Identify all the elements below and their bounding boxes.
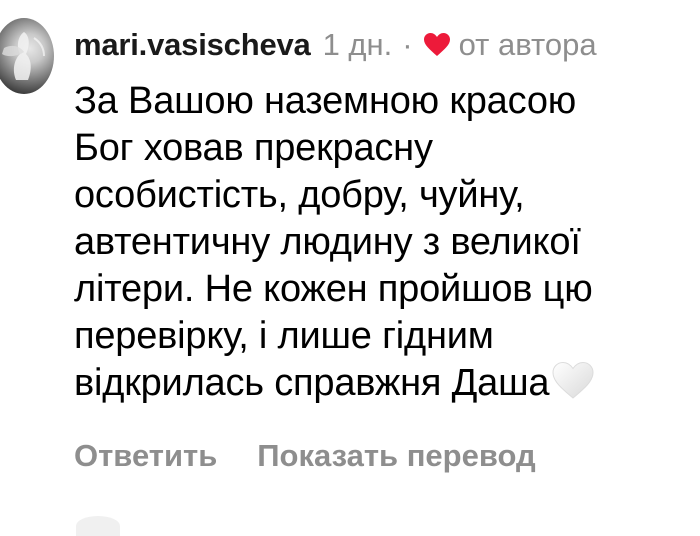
comment-text-line-content: відкрилась справжня Даша <box>74 362 550 404</box>
user-avatar-photo-icon <box>2 32 45 80</box>
comment-actions: Ответить Показать перевод <box>74 438 536 474</box>
comment-text-line-last: відкрилась справжня Даша <box>74 360 694 407</box>
avatar[interactable] <box>0 18 54 94</box>
comment-text-line: літери. Не кожен пройшов цю <box>74 268 593 310</box>
comment-text-line: особистість, добру, чуйну, <box>74 174 525 216</box>
next-comment-avatar-partial-icon <box>76 516 120 536</box>
comment: mari.vasischeva 1 дн. · от автора За Ваш… <box>0 0 700 536</box>
comment-header: mari.vasischeva 1 дн. · от автора <box>74 22 597 68</box>
comment-text: За Вашою наземною красою Бог ховав прекр… <box>74 78 694 407</box>
reply-button[interactable]: Ответить <box>74 438 217 474</box>
comment-text-line: За Вашою наземною красою <box>74 80 577 122</box>
red-heart-icon <box>423 33 450 56</box>
username-link[interactable]: mari.vasischeva <box>74 22 311 68</box>
show-translation-button[interactable]: Показать перевод <box>257 438 535 474</box>
timestamp: 1 дн. <box>322 27 393 62</box>
liked-by-author-label: от автора <box>458 27 597 62</box>
white-heart-icon <box>552 361 594 399</box>
comment-text-line: Бог ховав прекрасну <box>74 127 433 169</box>
comment-text-line: автентичну людину з великої <box>74 221 581 263</box>
comment-text-line: перевірку, і лише гідним <box>74 315 494 357</box>
separator-dot: · <box>402 27 413 62</box>
